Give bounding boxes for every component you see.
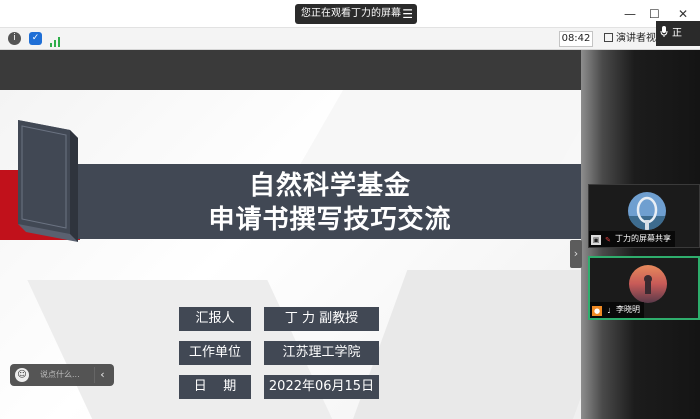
slide-title-line-2: 申请书撰写技巧交流 [208,205,452,235]
speaker-view-label: 演讲者视 [616,33,656,44]
slide-title-line-1: 自然科学基金 [248,171,411,201]
book-icon [18,120,78,242]
signal-icon[interactable] [49,33,61,47]
chat-placeholder: 说点什么... [40,370,80,379]
minimize-icon[interactable]: — [624,6,636,22]
info-icon[interactable]: i [8,32,21,45]
meeting-timer: 08:42 [559,31,593,47]
screen-share-banner[interactable]: 您正在观看丁力的屏幕 ☰ [295,4,417,24]
avatar [628,192,666,230]
date-label: 日 期 [179,375,251,399]
affiliation-value: 江苏理工学院 [264,341,379,365]
slide-background-facet [296,90,581,170]
panel-collapse-handle[interactable]: › [570,240,582,268]
presenter-label: 汇报人 [179,307,251,331]
meeting-toolbar: i ✓ 08:42 演讲者视 [0,28,700,50]
presenter-value: 丁 力 副教授 [264,307,379,331]
avatar [629,265,667,303]
affiliation-label: 工作单位 [179,341,251,365]
mic-icon: ♩ [607,307,611,315]
screen-share-icon: ▣ [591,235,601,245]
participant-name: 丁力的屏幕共享 [615,234,671,243]
mic-icon [660,26,668,37]
close-icon[interactable]: ✕ [678,6,688,22]
slide-background-facet [352,270,581,419]
speaker-view-button[interactable]: 演讲者视 [604,32,656,46]
participant-name: 李晓明 [616,305,640,314]
chevron-left-icon[interactable]: ‹ [94,367,110,383]
layout-icon [604,33,613,42]
speaking-indicator: 正 [656,21,700,46]
participant-tile[interactable]: ▣ ✎ 丁力的屏幕共享 [588,184,700,248]
speaking-label: 正 [672,28,682,39]
participant-name-tag: ● ♩ 李晓明 [590,302,644,318]
participant-name-tag: ▣ ✎ 丁力的屏幕共享 [589,231,675,247]
menu-icon[interactable]: ☰ [402,4,413,24]
screen-share-banner-text: 您正在观看丁力的屏幕 [301,8,401,19]
emoji-icon[interactable]: ☺ [15,368,29,382]
mic-muted-icon: ✎ [605,236,611,244]
participant-tile[interactable]: ● ♩ 李晓明 [588,256,700,320]
date-value: 2022年06月15日 [264,375,379,399]
slide-header-band [0,50,581,90]
shield-icon[interactable]: ✓ [29,32,42,45]
maximize-icon[interactable]: ☐ [649,6,660,22]
chat-input[interactable]: ☺ 说点什么... ‹ [10,364,114,386]
user-icon: ● [592,306,602,316]
window-title-bar: 您正在观看丁力的屏幕 ☰ — ☐ ✕ [0,0,700,28]
